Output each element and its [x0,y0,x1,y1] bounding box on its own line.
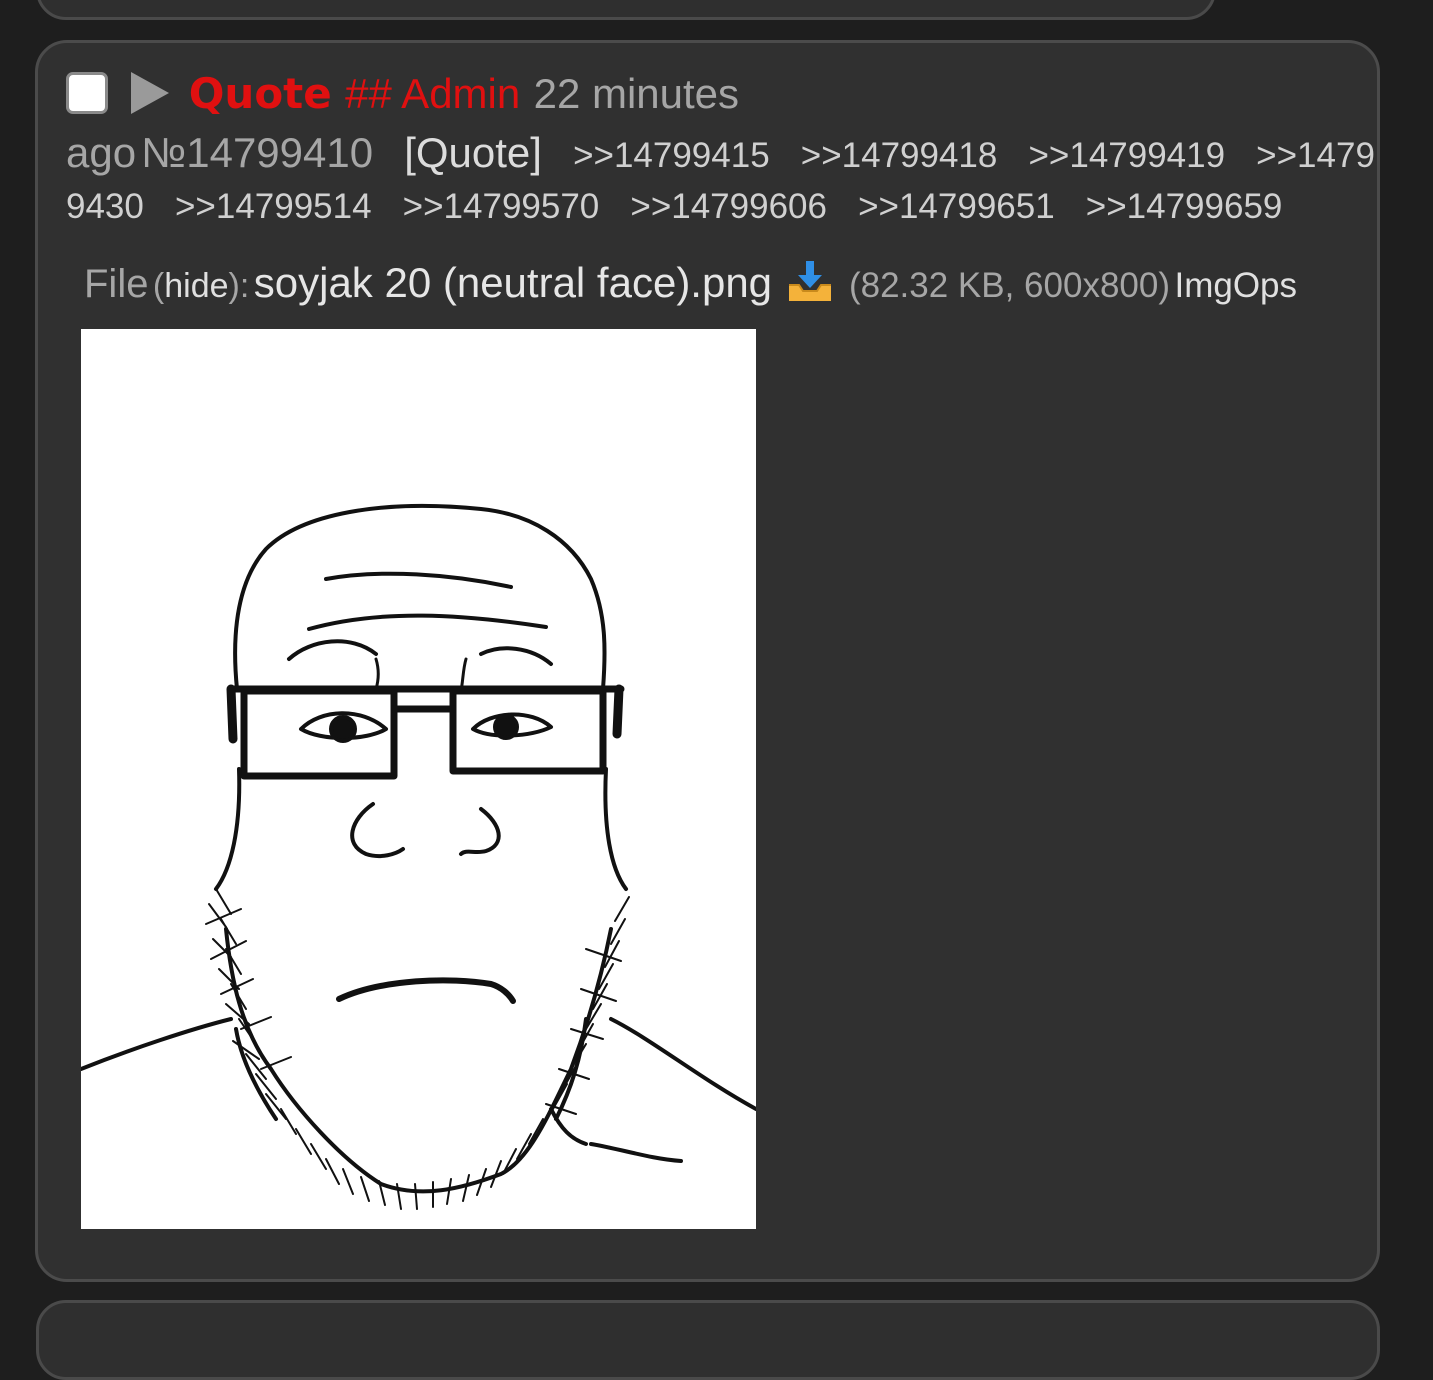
hide-paren-close: ): [228,267,250,305]
admin-capcode: ## Admin [345,70,521,117]
reply-link[interactable]: >>14799415 [573,136,770,175]
post-header-line-1: Quote ## Admin 22 minutes [66,69,739,119]
post-header-line-2: ago №14799410 [Quote] >>14799415 >>14799… [66,129,1375,177]
post-time-continued: ago [66,129,137,176]
post-card: Quote ## Admin 22 minutes ago №14799410 … [35,40,1380,1282]
file-info: File (hide): soyjak 20 (neutral face).pn… [84,259,1297,307]
reply-link[interactable]: >>14799514 [175,187,372,226]
post-subject: Quote [188,69,332,118]
imgops-link[interactable]: ImgOps [1174,266,1297,305]
post-number[interactable]: №14799410 [141,129,373,176]
file-thumbnail[interactable] [81,329,756,1229]
reply-link[interactable]: 9430 [66,187,144,226]
reply-link[interactable]: >>14799651 [858,187,1055,226]
file-name-link[interactable]: soyjak 20 (neutral face).png [254,259,772,306]
next-post-card [36,1300,1380,1380]
post-header-line-3: 9430 >>14799514 >>14799570 >>14799606 >>… [66,187,1282,227]
reply-link[interactable]: >>14799418 [801,136,998,175]
reply-link[interactable]: >>14799570 [403,187,600,226]
reply-link[interactable]: >>1479 [1256,136,1375,175]
quote-button[interactable]: [Quote] [404,129,542,176]
hide-file-link[interactable]: hide [164,267,228,305]
post-time: 22 minutes [533,70,740,117]
previous-post-card [36,0,1216,20]
reply-link[interactable]: >>14799659 [1086,187,1283,226]
post-select-checkbox[interactable] [66,72,108,114]
file-meta: (82.32 KB, 600x800) [848,266,1171,305]
hide-paren-open: ( [152,267,165,305]
expand-triangle-icon[interactable] [131,72,170,114]
reply-link[interactable]: >>14799419 [1028,136,1225,175]
file-label: File [84,262,149,306]
reply-link[interactable]: >>14799606 [630,187,827,226]
soyjak-face-image [81,503,756,1210]
download-tray-icon[interactable] [785,259,835,305]
